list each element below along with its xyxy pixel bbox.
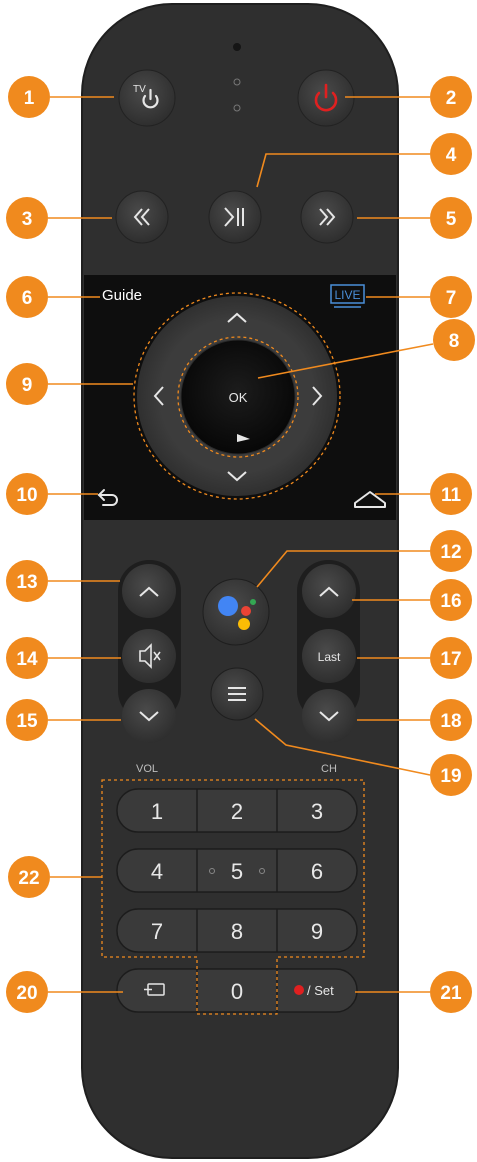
digit-2-button[interactable]: 2 [231, 799, 243, 824]
power-button[interactable] [297, 69, 355, 127]
record-icon [294, 985, 304, 995]
svg-text:2: 2 [446, 88, 457, 109]
callout-10: 10 [6, 473, 48, 515]
live-button[interactable]: LIVE [330, 284, 365, 308]
callout-2: 2 [430, 76, 472, 118]
channel-down-button[interactable] [302, 689, 356, 743]
svg-text:18: 18 [440, 711, 461, 732]
callout-20: 20 [6, 971, 48, 1013]
callout-21: 21 [430, 971, 472, 1013]
callout-11: 11 [430, 473, 472, 515]
callout-5: 5 [430, 197, 472, 239]
callout-12: 12 [430, 530, 472, 572]
digit-0-button[interactable]: 0 [231, 979, 243, 1004]
svg-text:8: 8 [449, 331, 460, 352]
channel-rocker[interactable]: Last [297, 560, 360, 743]
svg-text:1: 1 [24, 88, 35, 109]
volume-rocker[interactable] [118, 560, 181, 743]
svg-text:13: 13 [16, 572, 37, 593]
tv-label: TV [133, 84, 146, 95]
callout-17: 17 [430, 637, 472, 679]
callout-3: 3 [6, 197, 48, 239]
svg-text:3: 3 [22, 209, 33, 230]
digit-6-button[interactable]: 6 [311, 859, 323, 884]
assistant-button[interactable] [202, 578, 270, 646]
svg-text:5: 5 [446, 209, 457, 230]
callout-14: 14 [6, 637, 48, 679]
live-label: LIVE [334, 288, 360, 302]
svg-text:12: 12 [440, 542, 461, 563]
svg-text:17: 17 [440, 649, 461, 670]
fast-forward-button[interactable] [300, 190, 354, 244]
callout-4: 4 [430, 133, 472, 175]
svg-text:16: 16 [440, 591, 461, 612]
volume-up-button[interactable] [122, 564, 176, 618]
svg-text:22: 22 [18, 868, 39, 889]
ch-label: CH [321, 763, 337, 775]
ok-label: OK [229, 390, 248, 405]
svg-text:15: 15 [16, 711, 38, 732]
callout-8: 8 [433, 319, 475, 361]
remote-diagram: TV Guide LIVE OK VOL Last CH 1 2 3 4 5 6… [6, 3, 475, 1159]
svg-text:14: 14 [16, 649, 38, 670]
channel-up-button[interactable] [302, 564, 356, 618]
callout-22: 22 [8, 856, 50, 898]
digit-1-button[interactable]: 1 [151, 799, 163, 824]
mute-button[interactable] [122, 629, 176, 683]
svg-text:10: 10 [16, 485, 37, 506]
svg-text:4: 4 [446, 145, 457, 166]
digit-4-button[interactable]: 4 [151, 859, 163, 884]
callout-9: 9 [6, 363, 48, 405]
callout-18: 18 [430, 699, 472, 741]
svg-text:19: 19 [440, 766, 461, 787]
svg-text:7: 7 [446, 288, 457, 309]
last-label: Last [318, 650, 341, 664]
callout-16: 16 [430, 579, 472, 621]
callout-6: 6 [6, 276, 48, 318]
digit-8-button[interactable]: 8 [231, 919, 243, 944]
tv-power-button[interactable]: TV [118, 69, 176, 127]
callout-19: 19 [430, 754, 472, 796]
digit-7-button[interactable]: 7 [151, 919, 163, 944]
callout-1: 1 [8, 76, 50, 118]
svg-text:11: 11 [441, 485, 462, 506]
svg-text:21: 21 [440, 983, 462, 1004]
set-label: / Set [307, 983, 334, 998]
volume-down-button[interactable] [122, 689, 176, 743]
svg-text:20: 20 [16, 983, 37, 1004]
ir-dot [233, 43, 241, 51]
svg-text:6: 6 [22, 288, 33, 309]
callout-15: 15 [6, 699, 48, 741]
menu-button[interactable] [210, 667, 264, 721]
callout-7: 7 [430, 276, 472, 318]
vol-label: VOL [136, 763, 158, 775]
rewind-button[interactable] [115, 190, 169, 244]
callout-13: 13 [6, 560, 48, 602]
digit-3-button[interactable]: 3 [311, 799, 323, 824]
digit-5-button[interactable]: 5 [231, 859, 243, 884]
digit-9-button[interactable]: 9 [311, 919, 323, 944]
svg-text:9: 9 [22, 375, 33, 396]
play-pause-button[interactable] [208, 190, 262, 244]
guide-button[interactable]: Guide [102, 287, 142, 304]
